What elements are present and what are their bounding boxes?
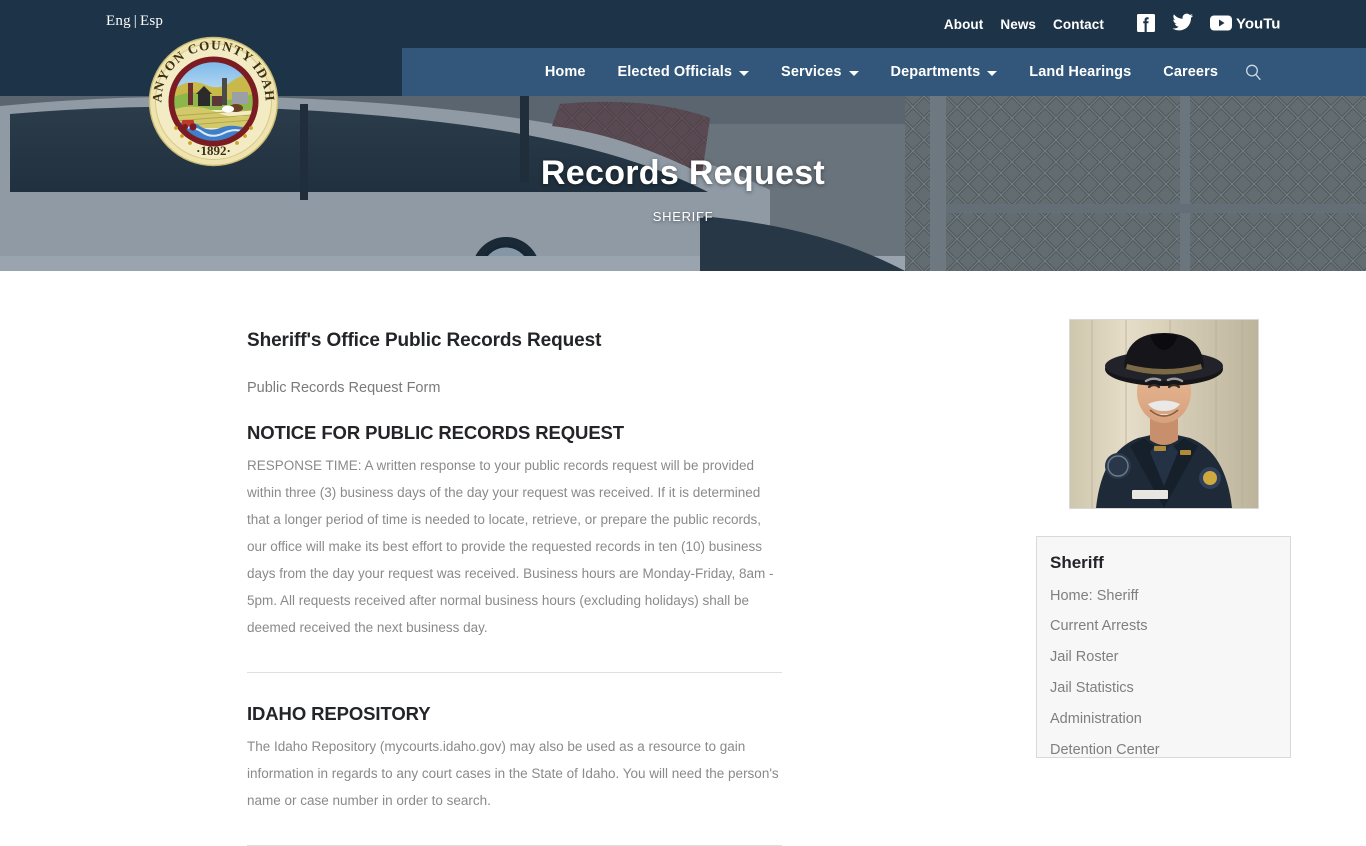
content-lead: Public Records Request Form <box>247 379 441 396</box>
nav-item-home[interactable]: Home <box>545 64 586 80</box>
sidebar-item-current-arrests[interactable]: Current Arrests <box>1050 612 1290 643</box>
sheriff-portrait <box>1069 319 1259 509</box>
section-body-repository: The Idaho Repository (mycourts.idaho.gov… <box>247 738 779 808</box>
social-links: YouTube <box>1136 13 1298 38</box>
chevron-down-icon <box>848 70 859 76</box>
youtube-icon[interactable]: YouTube <box>1210 14 1298 37</box>
language-link-eng[interactable]: Eng <box>106 13 131 29</box>
nav-item-land-hearings[interactable]: Land Hearings <box>1029 64 1131 80</box>
content-divider <box>247 671 782 673</box>
utility-link-news[interactable]: News <box>1000 18 1036 32</box>
main-navigation: Home Elected Officials Services Departme… <box>402 48 1366 96</box>
chevron-down-icon <box>987 70 998 76</box>
content-heading: Sheriff's Office Public Records Request <box>247 330 602 351</box>
county-seal-logo[interactable]: CANYON COUNTY IDAHO ·1892· <box>142 24 279 167</box>
svg-text:·1892·: ·1892· <box>196 143 231 158</box>
nav-label-careers: Careers <box>1163 64 1218 80</box>
utility-link-contact[interactable]: Contact <box>1053 18 1104 32</box>
sidebar-card-sheriff: Sheriff Home: Sheriff Current Arrests Ja… <box>1036 536 1291 758</box>
facebook-icon[interactable] <box>1136 13 1156 38</box>
utility-link-about[interactable]: About <box>944 18 983 32</box>
nav-label-departments: Departments <box>890 64 981 80</box>
nav-label-home: Home <box>544 64 586 80</box>
nav-label-land-hearings: Land Hearings <box>1029 64 1132 80</box>
svg-text:YouTube: YouTube <box>1236 15 1280 32</box>
section-heading-notice: NOTICE FOR PUBLIC RECORDS REQUEST <box>247 421 624 443</box>
nav-label-services: Services <box>781 64 842 80</box>
nav-item-services[interactable]: Services <box>781 64 859 80</box>
nav-item-careers[interactable]: Careers <box>1163 64 1218 80</box>
nav-item-departments[interactable]: Departments <box>891 64 998 80</box>
language-separator: | <box>133 13 137 29</box>
section-body-notice: RESPONSE TIME: A written response to you… <box>247 457 774 635</box>
sidebar-item-home-sheriff[interactable]: Home: Sheriff <box>1050 581 1290 612</box>
sidebar-card-title: Sheriff <box>1050 553 1104 572</box>
nav-label-elected-officials: Elected Officials <box>617 64 733 80</box>
chevron-down-icon <box>739 70 750 76</box>
main-content-column: Sheriff's Office Public Records Request … <box>247 329 782 846</box>
sidebar-item-jail-roster[interactable]: Jail Roster <box>1050 643 1290 674</box>
twitter-icon[interactable] <box>1172 13 1194 37</box>
page-content: Sheriff's Office Public Records Request … <box>0 271 1366 846</box>
utility-navigation: About News Contact YouTube <box>944 13 1298 38</box>
page-title: Records Request <box>540 153 826 192</box>
page-subtitle: SHERIFF <box>652 209 714 225</box>
search-icon[interactable] <box>1244 63 1263 82</box>
language-link-esp[interactable]: Esp <box>140 13 163 29</box>
language-switcher: Eng | Esp <box>106 13 163 30</box>
nav-item-elected-officials[interactable]: Elected Officials <box>618 64 750 80</box>
sidebar-item-administration[interactable]: Administration <box>1050 705 1290 736</box>
sidebar-item-jail-statistics[interactable]: Jail Statistics <box>1050 674 1290 705</box>
section-heading-repository: IDAHO REPOSITORY <box>247 702 431 724</box>
sidebar: Sheriff Home: Sheriff Current Arrests Ja… <box>1036 319 1291 758</box>
sidebar-item-detention-center[interactable]: Detention Center <box>1050 736 1290 757</box>
